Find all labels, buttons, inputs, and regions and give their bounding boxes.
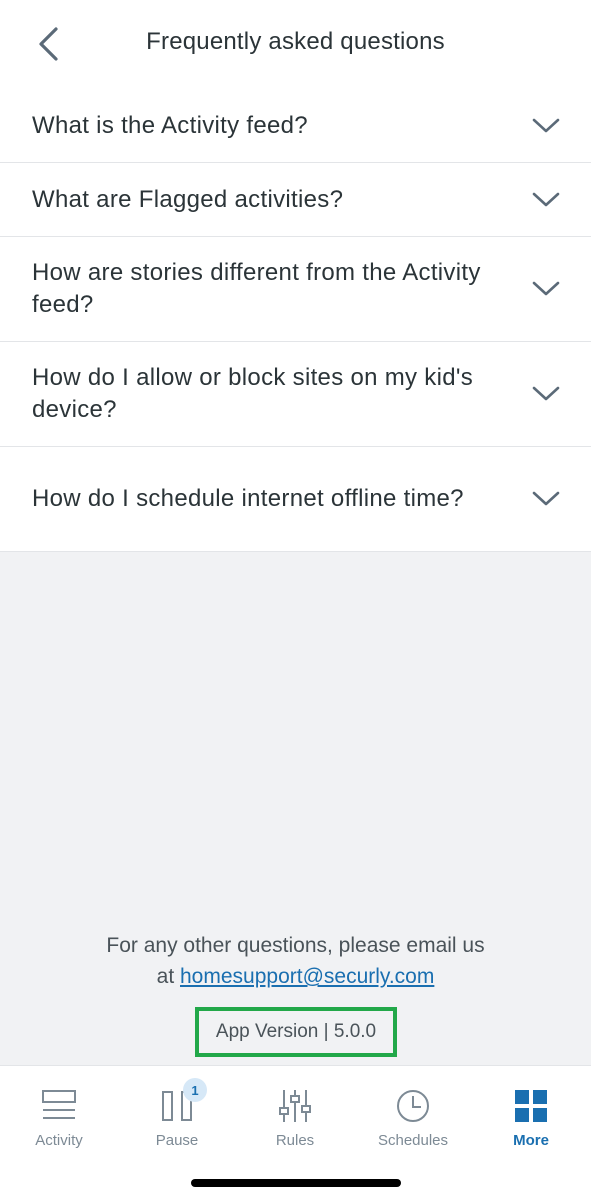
faq-item[interactable]: How do I schedule internet offline time? (0, 447, 591, 552)
tab-label: More (513, 1132, 549, 1149)
page-title: Frequently asked questions (146, 28, 445, 55)
tab-label: Schedules (377, 1132, 449, 1149)
support-text: For any other questions, please email us (106, 934, 485, 957)
tab-more[interactable]: More (472, 1066, 590, 1166)
tab-label: Pause (155, 1132, 199, 1149)
support-at-text: at (156, 965, 180, 988)
faq-item[interactable]: How do I allow or block sites on my kid'… (0, 342, 591, 447)
tab-label: Rules (275, 1132, 315, 1149)
tab-pause[interactable]: 1 Pause (118, 1066, 236, 1166)
tab-rules[interactable]: Rules (236, 1066, 354, 1166)
faq-item[interactable]: What is the Activity feed? (0, 90, 591, 163)
chevron-down-icon (532, 118, 560, 133)
faq-question: What is the Activity feed? (32, 112, 308, 139)
grid-icon (515, 1090, 547, 1122)
chevron-down-icon (532, 281, 560, 296)
tab-schedules[interactable]: Schedules (354, 1066, 472, 1166)
chevron-down-icon (532, 491, 560, 506)
tab-label: Activity (35, 1132, 83, 1149)
tab-activity[interactable]: Activity (0, 1066, 118, 1166)
faq-question: How do I schedule internet offline time? (32, 485, 464, 512)
faq-list: What is the Activity feed? What are Flag… (0, 90, 591, 552)
header: Frequently asked questions (0, 0, 591, 90)
notification-badge: 1 (183, 1078, 207, 1102)
faq-question: How do I allow or block sites on my kid'… (32, 364, 474, 423)
bottom-tab-bar: Activity 1 Pause Rules Schedules More (0, 1065, 591, 1200)
home-indicator (191, 1179, 401, 1187)
support-message: For any other questions, please email us… (0, 930, 591, 992)
support-email-line: at homesupport@securly.com (0, 961, 591, 992)
sliders-icon (279, 1090, 311, 1122)
app-version: App Version | 5.0.0 (195, 1007, 397, 1057)
support-email-link[interactable]: homesupport@securly.com (180, 965, 434, 988)
faq-item[interactable]: What are Flagged activities? (0, 163, 591, 237)
chevron-down-icon (532, 386, 560, 401)
clock-icon (397, 1090, 429, 1122)
faq-question: How are stories different from the Activ… (32, 259, 481, 318)
chevron-down-icon (532, 192, 560, 206)
activity-icon (42, 1090, 76, 1119)
faq-item[interactable]: How are stories different from the Activ… (0, 237, 591, 342)
faq-question: What are Flagged activities? (32, 185, 344, 213)
